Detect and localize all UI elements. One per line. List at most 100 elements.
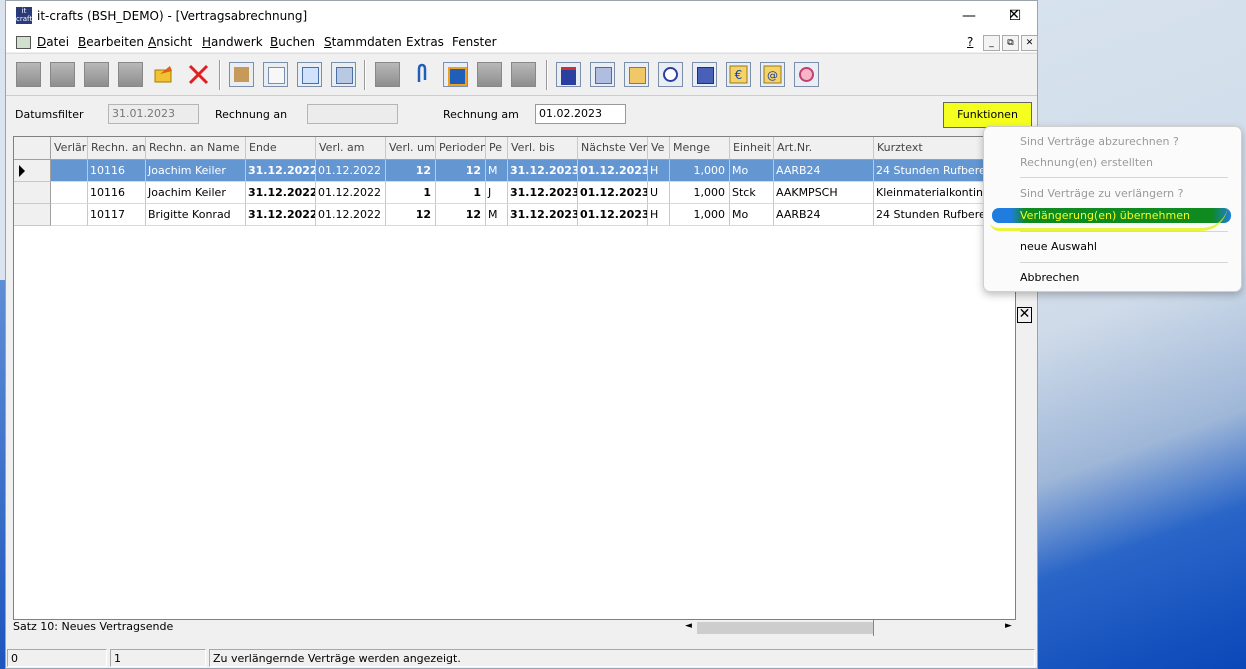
table-cell[interactable]: 12 bbox=[386, 204, 436, 226]
col-header-verl-bis[interactable]: Verl. bis bbox=[508, 137, 578, 160]
table-cell[interactable]: 31.12.2023 bbox=[508, 160, 578, 182]
table-cell[interactable]: 01.12.2022 bbox=[316, 160, 386, 182]
print-icon[interactable] bbox=[118, 62, 143, 87]
edit-document-icon[interactable] bbox=[297, 62, 322, 87]
table-cell[interactable]: 10116 bbox=[88, 160, 146, 182]
calendar-icon[interactable] bbox=[556, 62, 581, 87]
book-icon[interactable] bbox=[443, 62, 468, 87]
euro-icon[interactable]: € bbox=[726, 62, 751, 87]
table-cell[interactable]: Stck bbox=[730, 182, 774, 204]
table-cell[interactable]: Joachim Keiler bbox=[146, 182, 246, 204]
menu-item-rechnungen-erstellen[interactable]: Rechnung(en) erstellten bbox=[1020, 156, 1153, 169]
table-cell[interactable]: AARB24 bbox=[774, 160, 874, 182]
col-header-rechn-an[interactable]: Rechn. an bbox=[88, 137, 146, 160]
menu-buchen[interactable]: Buchen bbox=[270, 35, 315, 49]
table-cell[interactable]: H bbox=[648, 160, 670, 182]
menu-handwerk[interactable]: Handwerk bbox=[202, 35, 263, 49]
mdi-minimize-button[interactable]: _ bbox=[983, 35, 1000, 51]
table-cell[interactable] bbox=[51, 182, 88, 204]
col-header-naechste-verl[interactable]: Nächste Verl bbox=[578, 137, 648, 160]
paperclip-icon[interactable] bbox=[409, 62, 434, 87]
table-cell[interactable]: 31.12.2022 bbox=[246, 204, 316, 226]
col-header-verlaer[interactable]: Verlär bbox=[51, 137, 88, 160]
table-cell[interactable]: Brigitte Konrad bbox=[146, 204, 246, 226]
table-cell[interactable]: 12 bbox=[436, 160, 486, 182]
table-cell[interactable]: 31.12.2023 bbox=[508, 182, 578, 204]
table-cell[interactable]: AARB24 bbox=[774, 204, 874, 226]
folders-icon[interactable] bbox=[624, 62, 649, 87]
settings-document-icon[interactable] bbox=[331, 62, 356, 87]
table-cell[interactable]: AAKMPSCH bbox=[774, 182, 874, 204]
table-cell[interactable]: 12 bbox=[436, 204, 486, 226]
row-header[interactable] bbox=[14, 160, 51, 182]
row-header[interactable] bbox=[14, 204, 51, 226]
table-cell[interactable]: 12 bbox=[386, 160, 436, 182]
col-header-perioden[interactable]: Perioden bbox=[436, 137, 486, 160]
row-header[interactable] bbox=[14, 182, 51, 204]
delete-icon[interactable] bbox=[186, 62, 211, 87]
mdi-close-button[interactable]: ✕ bbox=[1021, 35, 1038, 51]
table-cell[interactable] bbox=[51, 160, 88, 182]
help-menu[interactable]: ? bbox=[967, 35, 973, 49]
menu-bearbeiten[interactable]: Bearbeiten bbox=[78, 35, 144, 49]
table-cell[interactable]: M bbox=[486, 160, 508, 182]
col-header-einheit[interactable]: Einheit bbox=[730, 137, 774, 160]
table-cell[interactable]: 10117 bbox=[88, 204, 146, 226]
table-cell[interactable]: 1,000 bbox=[670, 182, 730, 204]
gear-icon[interactable] bbox=[794, 62, 819, 87]
table-cell[interactable]: Joachim Keiler bbox=[146, 160, 246, 182]
rechnung-am-field[interactable]: 01.02.2023 bbox=[535, 104, 626, 124]
table-cell[interactable]: 31.12.2022 bbox=[246, 160, 316, 182]
funktionen-button[interactable]: Funktionen bbox=[943, 102, 1032, 128]
table-cell[interactable]: 1 bbox=[386, 182, 436, 204]
settings-icon[interactable] bbox=[590, 62, 615, 87]
horizontal-scrollbar[interactable]: ◄ ► bbox=[683, 620, 1016, 636]
table-cell[interactable]: 10116 bbox=[88, 182, 146, 204]
menu-item-verlaengerungen-uebernehmen[interactable]: Verlängerung(en) übernehmen bbox=[1020, 209, 1190, 222]
table-cell[interactable]: 1 bbox=[436, 182, 486, 204]
scroll-right-icon[interactable]: ► bbox=[1005, 621, 1012, 631]
menu-stammdaten[interactable]: Stammdaten bbox=[324, 35, 402, 49]
col-header-ende[interactable]: Ende bbox=[246, 137, 316, 160]
label-icon[interactable] bbox=[477, 62, 502, 87]
document-icon[interactable] bbox=[263, 62, 288, 87]
table-cell[interactable]: 1,000 bbox=[670, 160, 730, 182]
table-cell[interactable]: 01.12.2023 bbox=[578, 160, 648, 182]
table-cell[interactable]: 1,000 bbox=[670, 204, 730, 226]
table-cell[interactable]: 01.12.2022 bbox=[316, 182, 386, 204]
mdi-restore-button[interactable]: ⧉ bbox=[1002, 35, 1019, 51]
contact-card-icon[interactable] bbox=[229, 62, 254, 87]
menu-item-vertraege-verlaengern[interactable]: Sind Verträge zu verlängern ? bbox=[1020, 187, 1183, 200]
document-window-icon[interactable] bbox=[16, 36, 31, 49]
table-cell[interactable]: U bbox=[648, 182, 670, 204]
menu-datei[interactable]: Datei bbox=[37, 35, 69, 49]
table-cell[interactable] bbox=[51, 204, 88, 226]
clock-icon[interactable] bbox=[658, 62, 683, 87]
table-cell[interactable]: Mo bbox=[730, 204, 774, 226]
menu-fenster[interactable]: Fenster bbox=[452, 35, 497, 49]
col-header-verl-am[interactable]: Verl. am bbox=[316, 137, 386, 160]
table-cell[interactable]: M bbox=[486, 204, 508, 226]
menu-item-abbrechen[interactable]: Abbrechen bbox=[1020, 271, 1079, 284]
col-header-menge[interactable]: Menge bbox=[670, 137, 730, 160]
folder-arrow-icon[interactable] bbox=[152, 62, 177, 87]
scrollbar-thumb[interactable] bbox=[697, 622, 873, 634]
table-cell[interactable]: J bbox=[486, 182, 508, 204]
col-header-art-nr[interactable]: Art.Nr. bbox=[774, 137, 874, 160]
table-cell[interactable]: 31.12.2023 bbox=[508, 204, 578, 226]
table-cell[interactable]: H bbox=[648, 204, 670, 226]
menu-ansicht[interactable]: Ansicht bbox=[148, 35, 192, 49]
table-cell[interactable]: 01.12.2023 bbox=[578, 182, 648, 204]
col-header-rechn-an-name[interactable]: Rechn. an Name bbox=[146, 137, 246, 160]
close-icon[interactable]: ✕ bbox=[1017, 307, 1032, 323]
col-header-ve[interactable]: Ve bbox=[648, 137, 670, 160]
new-icon[interactable] bbox=[16, 62, 41, 87]
col-header-pe[interactable]: Pe bbox=[486, 137, 508, 160]
disabled-icon[interactable] bbox=[375, 62, 400, 87]
table-cell[interactable]: 01.12.2023 bbox=[578, 204, 648, 226]
open-icon[interactable] bbox=[50, 62, 75, 87]
table-cell[interactable]: 01.12.2022 bbox=[316, 204, 386, 226]
menu-extras[interactable]: Extras bbox=[406, 35, 444, 49]
table-cell[interactable]: Mo bbox=[730, 160, 774, 182]
scroll-left-icon[interactable]: ◄ bbox=[685, 621, 692, 631]
